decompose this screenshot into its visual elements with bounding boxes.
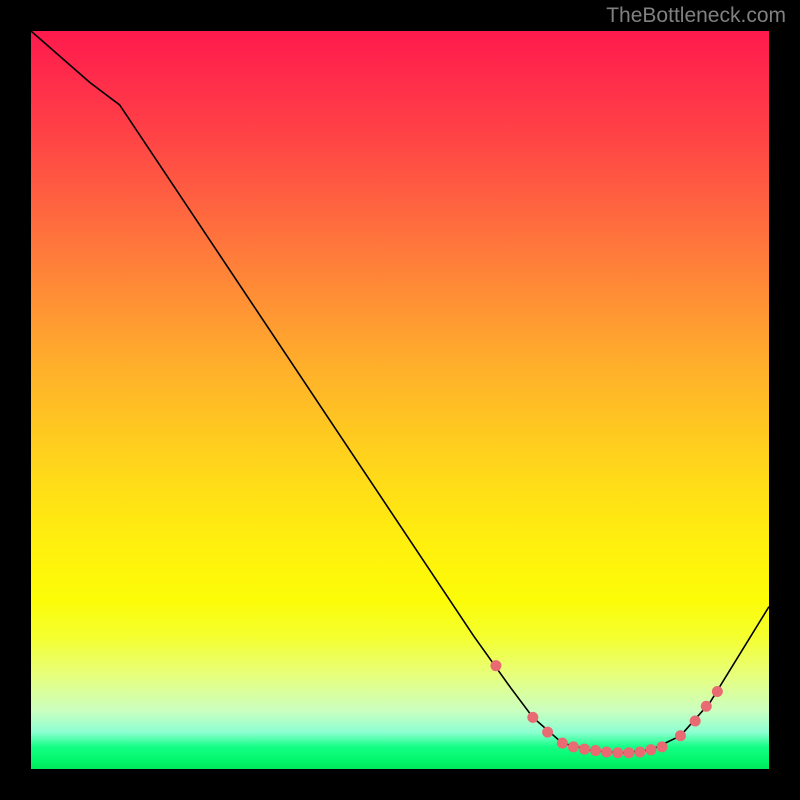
- highlight-dot: [557, 738, 568, 749]
- highlight-dot: [675, 730, 686, 741]
- highlight-dot: [590, 745, 601, 756]
- highlight-dot: [712, 686, 723, 697]
- bottleneck-curve: [31, 31, 769, 753]
- highlight-dot: [579, 744, 590, 755]
- highlight-dot: [490, 660, 501, 671]
- highlight-dot: [612, 747, 623, 758]
- highlight-dot: [656, 741, 667, 752]
- chart-overlay: [31, 31, 769, 769]
- highlight-dot: [542, 727, 553, 738]
- highlight-dot: [601, 747, 612, 758]
- watermark: TheBottleneck.com: [606, 4, 786, 28]
- highlight-dot: [568, 741, 579, 752]
- highlight-dot: [701, 701, 712, 712]
- highlight-dot: [634, 747, 645, 758]
- highlight-dots-group: [490, 660, 722, 758]
- highlight-dot: [623, 747, 634, 758]
- highlight-dot: [527, 712, 538, 723]
- highlight-dot: [645, 744, 656, 755]
- chart-plot: [31, 31, 769, 769]
- highlight-dot: [690, 716, 701, 727]
